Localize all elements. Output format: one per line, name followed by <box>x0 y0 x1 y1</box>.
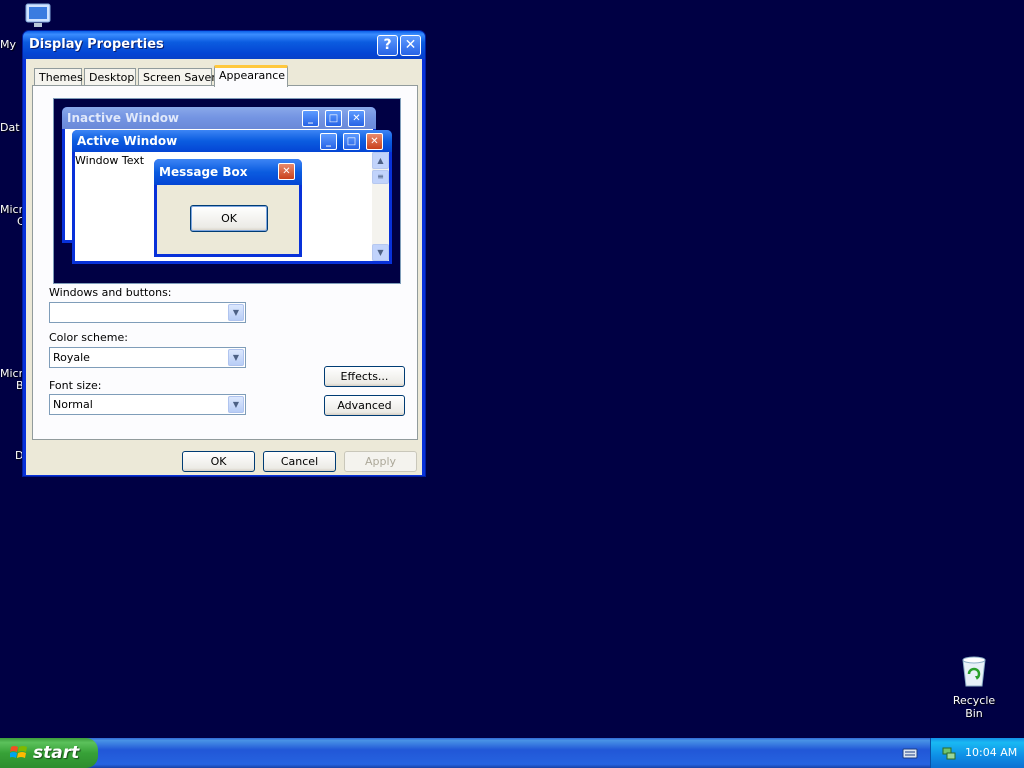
title-bar[interactable]: Display Properties ? ✕ <box>23 31 425 59</box>
recycle-bin[interactable]: Recycle Bin <box>944 656 1004 720</box>
color-scheme-select[interactable]: Royale ▼ <box>49 347 246 368</box>
effects-button[interactable]: Effects... <box>324 366 405 387</box>
preview-message-box: Message Box ✕ OK <box>154 159 302 257</box>
clock[interactable]: 10:04 AM <box>965 746 1017 759</box>
preview-msgbox-title-text: Message Box <box>159 165 248 179</box>
preview-inactive-title: Inactive Window _ □ ✕ <box>62 107 376 129</box>
advanced-button[interactable]: Advanced <box>324 395 405 416</box>
dialog-client-area: Themes Desktop Screen Saver Appearance I… <box>26 59 422 475</box>
recycle-bin-icon <box>962 656 986 687</box>
preview-msgbox-title: Message Box ✕ <box>154 159 302 185</box>
appearance-preview: Inactive Window _ □ ✕ Active Window _ □ … <box>53 98 401 284</box>
color-scheme-value: Royale <box>53 351 90 364</box>
keyboard-icon[interactable] <box>902 746 918 760</box>
start-button[interactable]: start <box>0 738 98 768</box>
system-tray: 10:04 AM <box>930 738 1024 768</box>
close-button[interactable]: ✕ <box>400 35 421 56</box>
close-icon: ✕ <box>404 37 417 53</box>
preview-active-title-text: Active Window <box>77 134 178 148</box>
chevron-down-icon[interactable]: ▼ <box>228 349 244 366</box>
font-size-label: Font size: <box>49 379 102 392</box>
preview-active-maximize-icon: □ <box>343 133 360 150</box>
scroll-down-icon: ▼ <box>372 244 389 261</box>
cancel-button[interactable]: Cancel <box>263 451 336 472</box>
font-size-select[interactable]: Normal ▼ <box>49 394 246 415</box>
preview-active-title: Active Window _ □ ✕ <box>72 130 392 152</box>
desktop-label-data[interactable]: Dat <box>0 121 20 134</box>
network-icon[interactable] <box>941 745 957 761</box>
preview-active-minimize-icon: _ <box>320 133 337 150</box>
taskbar: start 10:04 AM <box>0 738 1024 768</box>
apply-button[interactable]: Apply <box>344 451 417 472</box>
chevron-down-icon[interactable]: ▼ <box>228 304 244 321</box>
chevron-down-icon[interactable]: ▼ <box>228 396 244 413</box>
windows-buttons-label: Windows and buttons: <box>49 286 172 299</box>
start-label: start <box>33 743 80 763</box>
ok-button[interactable]: OK <box>182 451 255 472</box>
preview-window-text: Window Text <box>75 154 145 167</box>
appearance-panel: Inactive Window _ □ ✕ Active Window _ □ … <box>32 85 418 440</box>
preview-maximize-icon: □ <box>325 110 342 127</box>
windows-buttons-select[interactable]: ▼ <box>49 302 246 323</box>
scroll-up-icon: ▲ <box>372 152 389 169</box>
preview-active-close-icon: ✕ <box>366 133 383 150</box>
desktop-label-my-computer[interactable]: My <box>0 38 16 51</box>
preview-msgbox-body: OK <box>157 185 299 254</box>
preview-close-icon: ✕ <box>348 110 365 127</box>
windows-logo-icon <box>10 746 27 758</box>
color-scheme-label: Color scheme: <box>49 331 128 344</box>
recycle-bin-label: Recycle Bin <box>952 694 996 720</box>
preview-msgbox-close-icon: ✕ <box>278 163 295 180</box>
preview-inactive-title-text: Inactive Window <box>67 111 180 125</box>
display-properties-window: Display Properties ? ✕ Themes Desktop Sc… <box>22 30 426 477</box>
my-computer-icon[interactable] <box>22 2 54 30</box>
tab-appearance[interactable]: Appearance <box>214 65 288 87</box>
help-button[interactable]: ? <box>377 35 398 56</box>
preview-scrollbar: ▲ ≡ ▼ <box>372 152 389 261</box>
preview-minimize-icon: _ <box>302 110 319 127</box>
font-size-value: Normal <box>53 398 93 411</box>
scroll-thumb: ≡ <box>372 170 389 184</box>
window-title: Display Properties <box>29 37 164 52</box>
preview-msgbox-ok-button: OK <box>190 205 268 232</box>
